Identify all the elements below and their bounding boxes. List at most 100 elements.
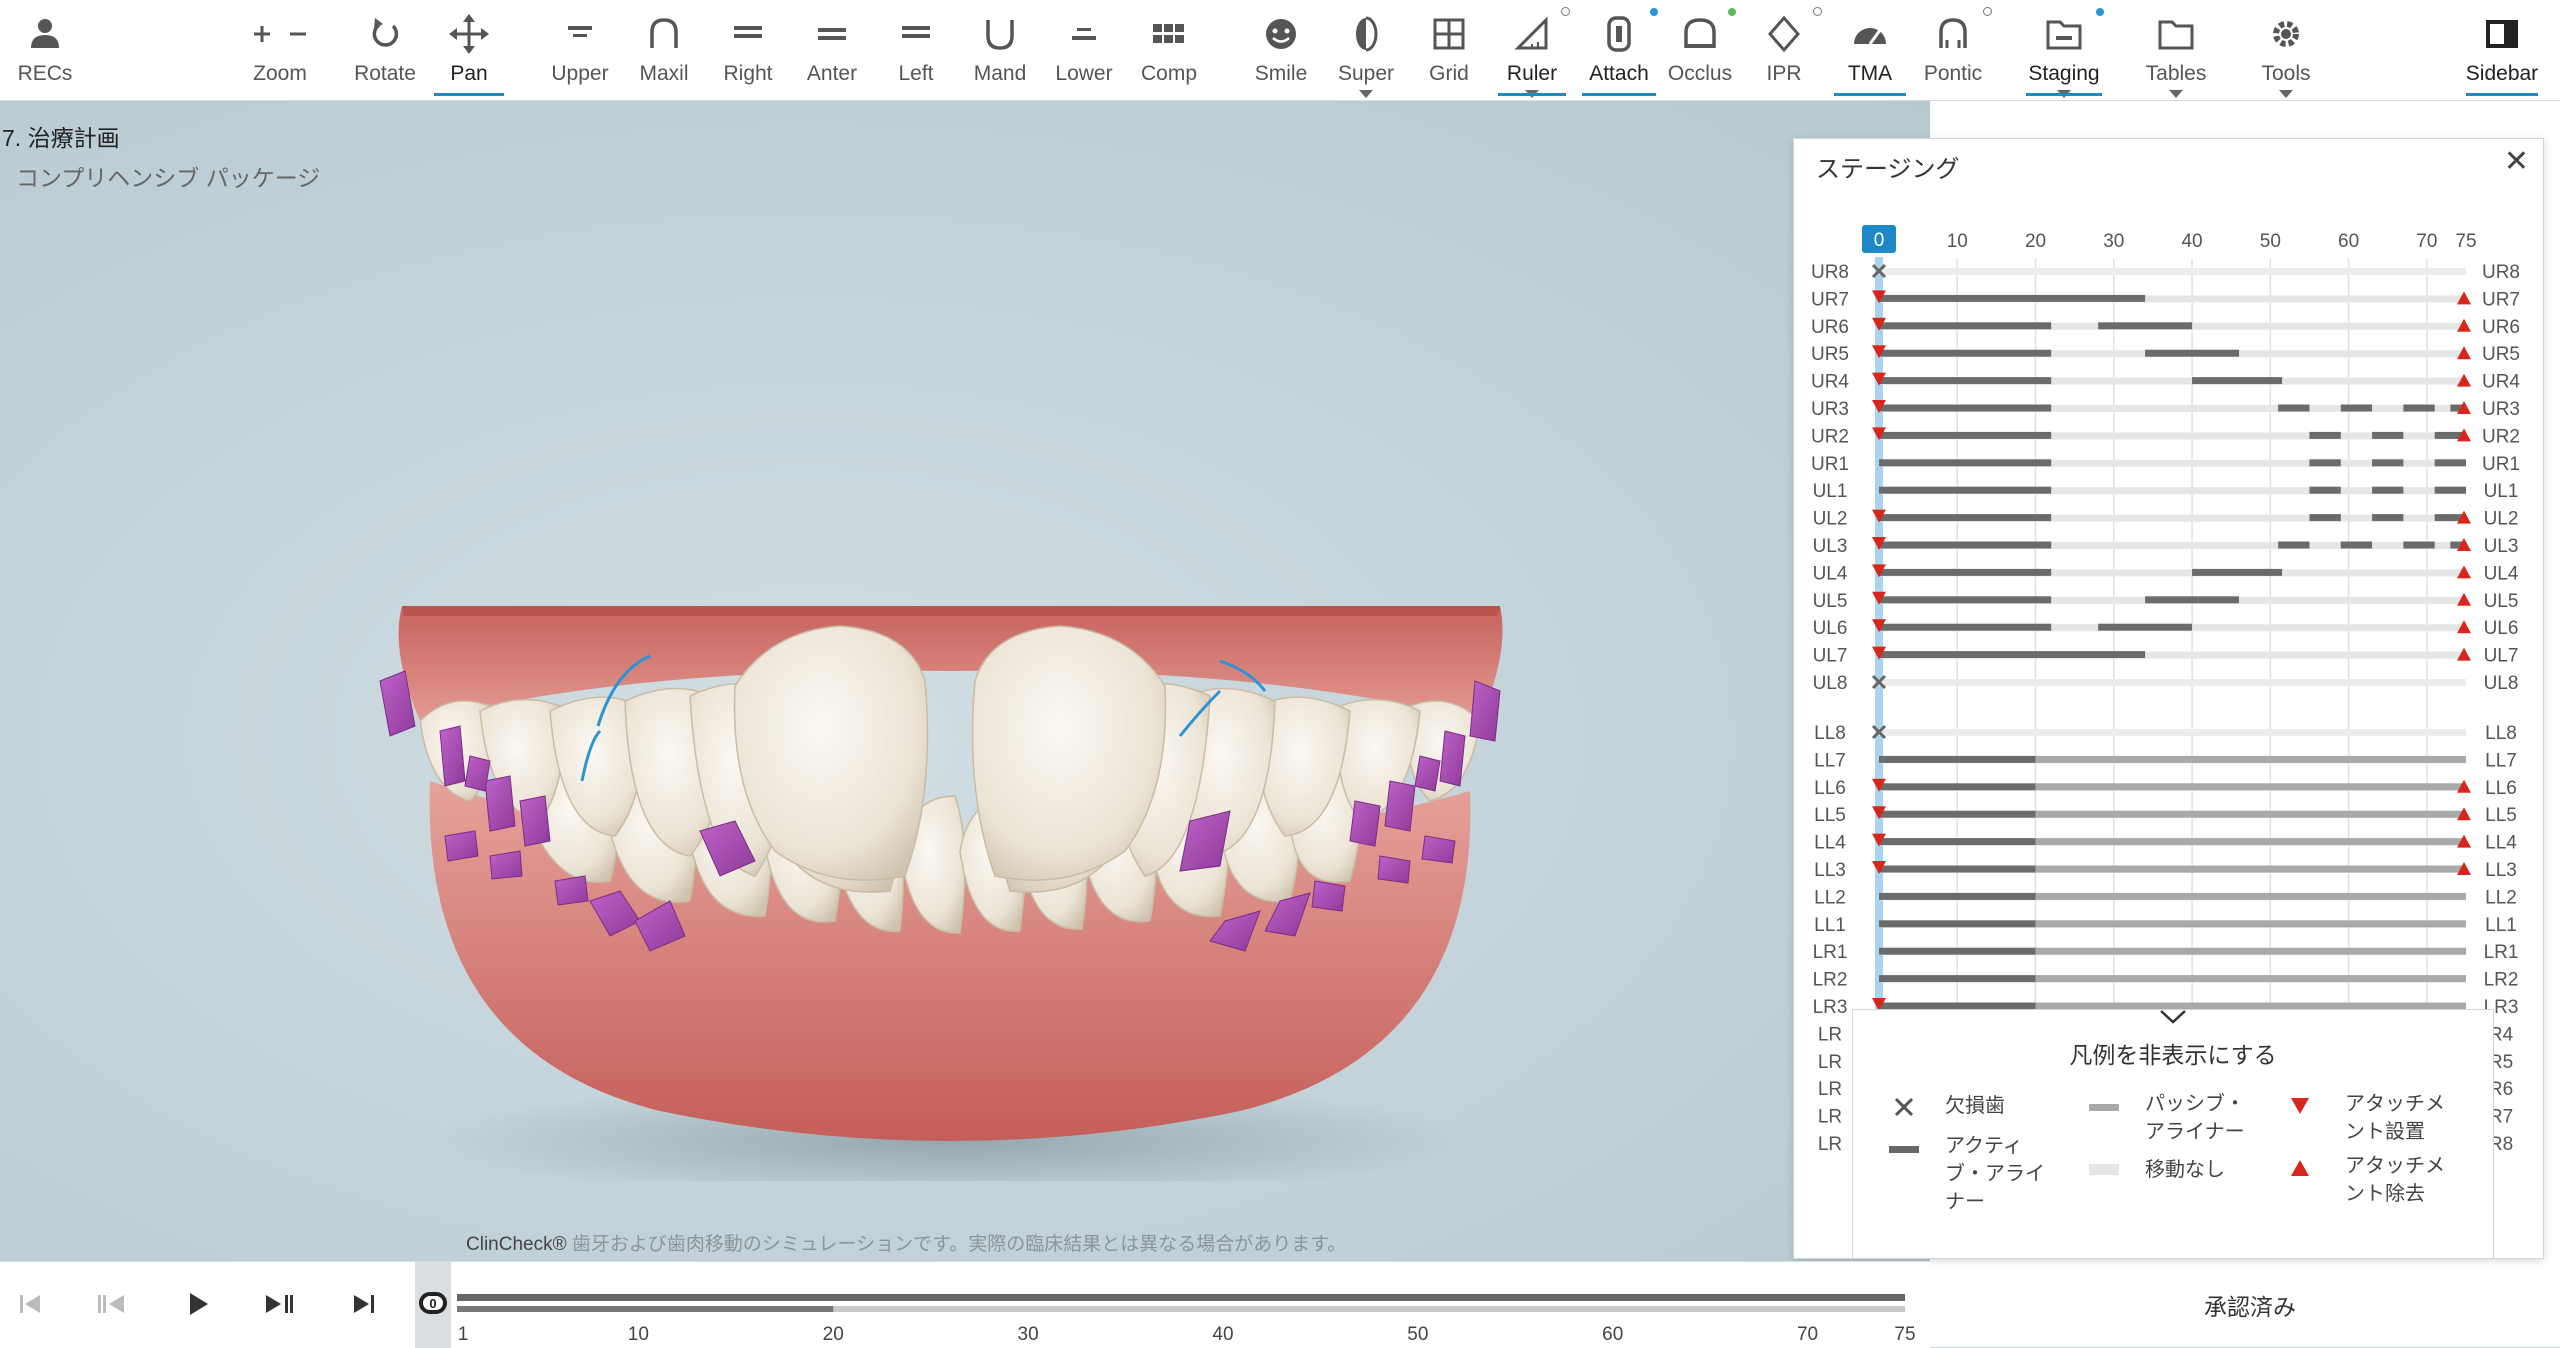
- dropdown-caret-icon[interactable]: [2279, 90, 2293, 98]
- attachment-place-triangle-icon: [2291, 1098, 2309, 1114]
- aligner-stage-bar[interactable]: [2309, 514, 2341, 522]
- aligner-stage-bar[interactable]: [1879, 294, 2146, 302]
- first-stage-icon[interactable]: [8, 1282, 52, 1326]
- toolbar-tma-button[interactable]: TMA: [1830, 0, 1910, 100]
- toolbar-zoom-button[interactable]: Zoom: [225, 0, 335, 100]
- aligner-stage-bar[interactable]: [2035, 865, 2466, 873]
- aligner-stage-bar[interactable]: [2098, 623, 2193, 631]
- toolbar-comp-button[interactable]: Comp: [1132, 0, 1206, 100]
- toolbar-super-button[interactable]: Super: [1330, 0, 1402, 100]
- aligner-stage-bar[interactable]: [2403, 404, 2435, 412]
- step-back-icon[interactable]: [90, 1282, 134, 1326]
- aligner-stage-bar[interactable]: [1879, 892, 2036, 900]
- toolbar-tools-button[interactable]: Tools: [2248, 0, 2324, 100]
- toolbar-recs-button[interactable]: RECs: [5, 0, 85, 100]
- dropdown-caret-icon[interactable]: [1359, 90, 1373, 98]
- aligner-stage-bar[interactable]: [2035, 783, 2466, 791]
- aligner-stage-bar[interactable]: [1879, 755, 2036, 763]
- aligner-stage-bar[interactable]: [2098, 322, 2193, 330]
- aligner-stage-bar[interactable]: [1879, 459, 2052, 467]
- aligner-stage-bar[interactable]: [2372, 514, 2404, 522]
- aligner-stage-bar[interactable]: [1879, 486, 2052, 494]
- toolbar-ruler-button[interactable]: Ruler: [1494, 0, 1570, 100]
- toolbar-lower-button[interactable]: Lower: [1048, 0, 1120, 100]
- toolbar-sidebar-button[interactable]: Sidebar: [2462, 0, 2542, 100]
- aligner-stage-bar[interactable]: [2145, 596, 2240, 604]
- aligner-stage-bar[interactable]: [1879, 783, 2036, 791]
- toolbar-occlus-button[interactable]: Occlus: [1662, 0, 1738, 100]
- legend-toggle-button[interactable]: 凡例を非表示にする: [1853, 1036, 2493, 1070]
- aligner-stage-bar[interactable]: [2145, 349, 2240, 357]
- aligner-stage-bar[interactable]: [2372, 459, 2404, 467]
- step-forward-icon[interactable]: [258, 1282, 302, 1326]
- toolbar-pan-button[interactable]: Pan: [430, 0, 508, 100]
- aligner-stage-bar[interactable]: [1879, 377, 2052, 385]
- toolbar-maxil-button[interactable]: Maxil: [628, 0, 700, 100]
- aligner-stage-bar[interactable]: [1879, 514, 2052, 522]
- aligner-stage-bar[interactable]: [2192, 568, 2283, 576]
- aligner-stage-bar[interactable]: [2035, 838, 2466, 846]
- aligner-stage-bar[interactable]: [1879, 404, 2052, 412]
- aligner-stage-bar[interactable]: [2434, 459, 2466, 467]
- dental-model-3d[interactable]: [360, 491, 1540, 1181]
- timeline-scrubber[interactable]: 0 1 10 20 30 40 50 60 70 75: [415, 1262, 1930, 1348]
- stage-timeline[interactable]: 0 1 10 20 30 40 50 60 70 75: [415, 1261, 1930, 1348]
- aligner-stage-bar[interactable]: [2434, 486, 2466, 494]
- toolbar-staging-button[interactable]: Staging: [2022, 0, 2106, 100]
- aligner-stage-bar[interactable]: [2278, 404, 2310, 412]
- toolbar-mand-button[interactable]: Mand: [964, 0, 1036, 100]
- aligner-stage-bar[interactable]: [1879, 541, 2052, 549]
- aligner-stage-bar[interactable]: [1879, 947, 2036, 955]
- toolbar-right-button[interactable]: Right: [712, 0, 784, 100]
- aligner-stage-bar[interactable]: [2340, 541, 2373, 549]
- aligner-stage-bar[interactable]: [1879, 975, 2036, 983]
- aligner-stage-bar[interactable]: [1879, 920, 2036, 928]
- aligner-stage-bar[interactable]: [2340, 404, 2373, 412]
- toolbar-tables-button[interactable]: Tables: [2136, 0, 2216, 100]
- aligner-stage-bar[interactable]: [2035, 892, 2466, 900]
- play-icon[interactable]: [176, 1282, 220, 1326]
- aligner-stage-bar[interactable]: [1879, 596, 2052, 604]
- toolbar-smile-button[interactable]: Smile: [1245, 0, 1317, 100]
- aligner-stage-bar[interactable]: [2035, 810, 2466, 818]
- toolbar-left-button[interactable]: Left: [880, 0, 952, 100]
- aligner-stage-bar[interactable]: [2309, 431, 2341, 439]
- aligner-stage-bar[interactable]: [2035, 920, 2466, 928]
- aligner-stage-bar[interactable]: [2035, 975, 2466, 983]
- aligner-stage-bar[interactable]: [2035, 755, 2466, 763]
- toolbar-upper-button[interactable]: Upper: [545, 0, 615, 100]
- aligner-stage-bar[interactable]: [1879, 431, 2052, 439]
- aligner-stage-bar[interactable]: [1879, 810, 2036, 818]
- last-stage-icon[interactable]: [342, 1282, 386, 1326]
- aligner-stage-bar[interactable]: [2192, 377, 2283, 385]
- chevron-down-icon[interactable]: [2158, 1008, 2188, 1028]
- toolbar-anter-button[interactable]: Anter: [796, 0, 868, 100]
- aligner-stage-bar[interactable]: [1879, 349, 2052, 357]
- aligner-stage-bar[interactable]: [1879, 651, 2146, 659]
- 3d-viewport[interactable]: 7. 治療計画 コンプリヘンシブ パッケージ ClinCheck® 歯牙および歯…: [0, 101, 1930, 1261]
- aligner-stage-bar[interactable]: [1879, 623, 2052, 631]
- aligner-stage-bar[interactable]: [1879, 865, 2036, 873]
- aligner-stage-bar[interactable]: [2372, 486, 2404, 494]
- aligner-stage-bar[interactable]: [1879, 838, 2036, 846]
- aligner-stage-bar[interactable]: [2309, 486, 2341, 494]
- rotate-icon: [350, 12, 420, 56]
- aligner-stage-bar[interactable]: [2372, 431, 2404, 439]
- toolbar-left-label: Left: [898, 62, 934, 85]
- aligner-stage-bar[interactable]: [1879, 568, 2052, 576]
- toolbar-rotate-button[interactable]: Rotate: [350, 0, 420, 100]
- toolbar-grid-button[interactable]: Grid: [1414, 0, 1484, 100]
- dropdown-caret-icon[interactable]: [1525, 90, 1539, 98]
- aligner-stage-bar[interactable]: [2309, 459, 2341, 467]
- close-icon[interactable]: ✕: [2504, 147, 2529, 177]
- toolbar-pontic-button[interactable]: Pontic: [1914, 0, 1992, 100]
- aligner-stage-bar[interactable]: [1879, 322, 2052, 330]
- toolbar-attach-button[interactable]: Attach: [1578, 0, 1660, 100]
- aligner-stage-bar[interactable]: [2035, 947, 2466, 955]
- aligner-stage-bar[interactable]: [2403, 541, 2435, 549]
- dropdown-caret-icon[interactable]: [2169, 90, 2183, 98]
- dropdown-caret-icon[interactable]: [2057, 90, 2071, 98]
- toolbar-ipr-button[interactable]: IPR: [1746, 0, 1822, 100]
- maxillary-arch-icon: [628, 12, 700, 56]
- aligner-stage-bar[interactable]: [2278, 541, 2310, 549]
